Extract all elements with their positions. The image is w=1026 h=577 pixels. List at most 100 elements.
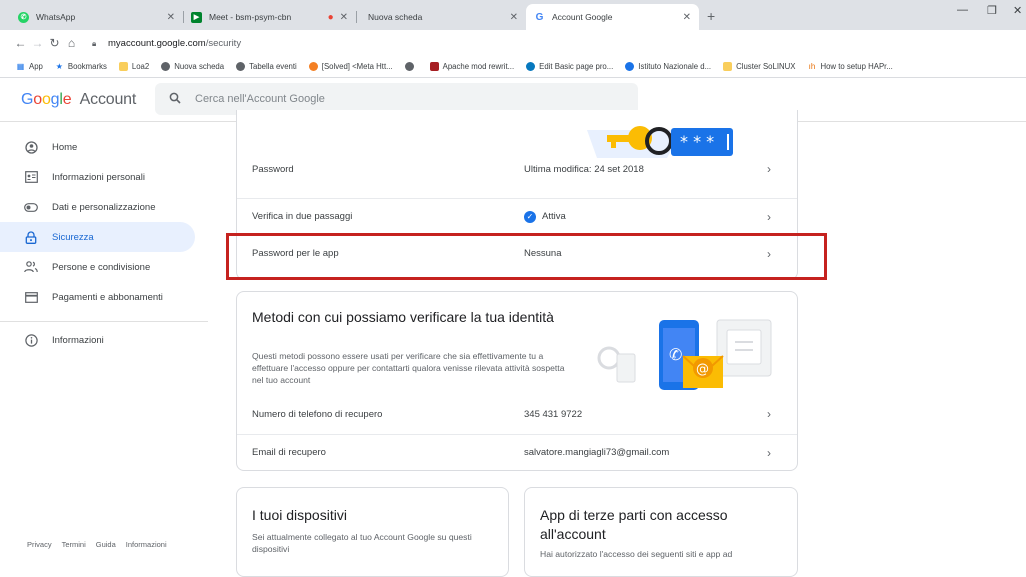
meet-icon: ▶ [191, 11, 202, 23]
people-icon [24, 260, 38, 274]
lock-icon: 🔒︎ [92, 39, 97, 48]
folder-icon [723, 62, 733, 71]
card-description: Hai autorizzato l'accesso dei seguenti s… [540, 549, 733, 559]
sidebar-item-label: Dati e personalizzazione [52, 201, 156, 213]
row-value: Attiva [542, 211, 566, 222]
tab-whatsapp[interactable]: ✆ WhatsApp ✕ [10, 4, 183, 30]
star-icon: ★ [55, 62, 63, 71]
tab-meet[interactable]: ▶ Meet - bsm-psym-cbn ● ✕ [183, 4, 356, 30]
search-icon[interactable] [169, 92, 181, 107]
close-icon[interactable]: ✕ [510, 12, 518, 23]
folder-icon [118, 62, 128, 71]
sidebar-item-about[interactable]: Informazioni [0, 325, 208, 355]
close-icon[interactable]: ✕ [167, 12, 175, 23]
browser-toolbar: ← → ↻ ⌂ 🔒︎ myaccount.google.com /securit… [0, 30, 1026, 56]
chevron-right-icon: › [767, 209, 771, 224]
bookmarks-bar: ▦ App ★ Bookmarks Loa2 Nuova scheda Tabell… [0, 56, 1026, 78]
footer-link-about[interactable]: Informazioni [126, 540, 167, 549]
bookmark-nuova-scheda[interactable]: Nuova scheda [161, 62, 224, 71]
home-icon[interactable]: ⌂ [63, 36, 80, 50]
apache-icon [429, 62, 439, 71]
footer-link-privacy[interactable]: Privacy [27, 540, 52, 549]
bookmark-tabella-eventi[interactable]: Tabella eventi [236, 62, 297, 71]
card-description: Questi metodi possono essere usati per v… [252, 351, 565, 385]
close-window-icon[interactable]: ✕ [1013, 4, 1022, 17]
toggle-icon [24, 200, 38, 214]
verify-identity-card: Metodi con cui possiamo verificare la tu… [236, 291, 798, 471]
bookmark-loa2[interactable]: Loa2 [118, 62, 149, 71]
footer-link-terms[interactable]: Termini [62, 540, 86, 549]
row-label: Verifica in due passaggi [252, 211, 353, 222]
address-bar[interactable]: 🔒︎ myaccount.google.com /security [88, 33, 983, 53]
tab-new[interactable]: Nuova scheda ✕ [356, 4, 526, 30]
two-step-row[interactable]: Verifica in due passaggi ✓ Attiva › [237, 198, 797, 234]
url-path: /security [205, 37, 242, 49]
svg-text:@: @ [696, 362, 709, 377]
password-row[interactable]: Password Ultima modifica: 24 set 2018 › [237, 151, 797, 187]
id-card-icon [24, 170, 38, 184]
sidebar: Home Informazioni personali Dati e perso… [0, 122, 208, 557]
third-party-apps-card: App di terze parti con accesso all'accou… [524, 487, 798, 577]
sidebar-item-home[interactable]: Home [0, 132, 208, 162]
close-icon[interactable]: ✕ [683, 12, 691, 23]
bookmark-apps[interactable]: ▦ App [16, 62, 43, 71]
maximize-icon[interactable]: ❐ [987, 4, 997, 17]
google-account-logo[interactable]: Google Account [21, 91, 136, 109]
devices-card: I tuoi dispositivi Sei attualmente colle… [236, 487, 509, 577]
tab-title: Nuova scheda [368, 12, 423, 22]
sidebar-item-label: Home [52, 141, 78, 153]
drupal-icon [526, 62, 536, 71]
globe-icon [625, 62, 635, 71]
footer-link-help[interactable]: Guida [96, 540, 116, 549]
sidebar-item-people-sharing[interactable]: Persone e condivisione [0, 252, 208, 282]
bookmark-solved[interactable]: [Solved] <Meta Htt... [308, 62, 393, 71]
globe-icon [161, 62, 171, 71]
card-title: Metodi con cui possiamo verificare la tu… [252, 309, 554, 325]
whatsapp-icon: ✆ [18, 11, 29, 23]
sidebar-item-label: Persone e condivisione [52, 261, 151, 273]
tab-google-account[interactable]: G Account Google ✕ [526, 4, 699, 30]
recording-icon: ● [327, 11, 334, 23]
bookmark-cluster[interactable]: Cluster SoLINUX [723, 62, 795, 71]
forward-icon[interactable]: → [29, 36, 46, 50]
chevron-right-icon: › [767, 407, 771, 421]
minimize-icon[interactable]: — [957, 4, 968, 16]
bookmark-apache[interactable]: Apache mod rewrit... [429, 62, 514, 71]
reload-icon[interactable]: ↻ [46, 36, 63, 50]
chevron-right-icon: › [767, 162, 771, 176]
sidebar-item-data-personalization[interactable]: Dati e personalizzazione [0, 192, 208, 222]
home-icon [24, 140, 38, 154]
bookmark-bookmarks[interactable]: ★ Bookmarks [55, 62, 107, 71]
bookmark-globe[interactable] [404, 62, 418, 71]
search-placeholder: Cerca nell'Account Google [195, 93, 325, 105]
info-icon [24, 333, 38, 347]
highlight-annotation [226, 233, 827, 280]
close-icon[interactable]: ✕ [340, 12, 348, 23]
lock-icon [24, 230, 38, 244]
card-icon [24, 290, 38, 304]
recovery-phone-row[interactable]: Numero di telefono di recupero 345 431 9… [237, 396, 797, 432]
sidebar-item-label: Informazioni [52, 334, 104, 346]
bookmark-istituto[interactable]: Istituto Nazionale d... [625, 62, 711, 71]
chevron-right-icon: › [767, 445, 771, 460]
new-tab-button[interactable]: + [707, 4, 715, 30]
bookmark-hapr[interactable]: ıh How to setup HAPr... [807, 62, 893, 71]
row-label: Password [252, 163, 294, 175]
card-title: App di terze parti con accesso all'accou… [540, 507, 728, 542]
tab-title: WhatsApp [36, 12, 76, 22]
bookmark-edit-basic[interactable]: Edit Basic page pro... [526, 62, 613, 71]
back-icon[interactable]: ← [12, 36, 29, 50]
account-word: Account [79, 91, 137, 108]
sidebar-item-personal-info[interactable]: Informazioni personali [0, 162, 208, 192]
google-logo: Google [21, 91, 72, 108]
sidebar-item-payments[interactable]: Pagamenti e abbonamenti [0, 282, 208, 312]
row-value: salvatore.mangiagli73@gmail.com [524, 447, 670, 458]
sidebar-item-label: Pagamenti e abbonamenti [52, 291, 163, 303]
apps-grid-icon: ▦ [16, 62, 25, 71]
row-value: 345 431 9722 [524, 408, 583, 420]
globe-icon [404, 62, 414, 71]
url-host: myaccount.google.com [108, 37, 206, 49]
recovery-email-row[interactable]: Email di recupero salvatore.mangiagli73@… [237, 434, 797, 470]
sidebar-item-security[interactable]: Sicurezza [0, 222, 195, 252]
svg-text:✆: ✆ [669, 345, 682, 364]
